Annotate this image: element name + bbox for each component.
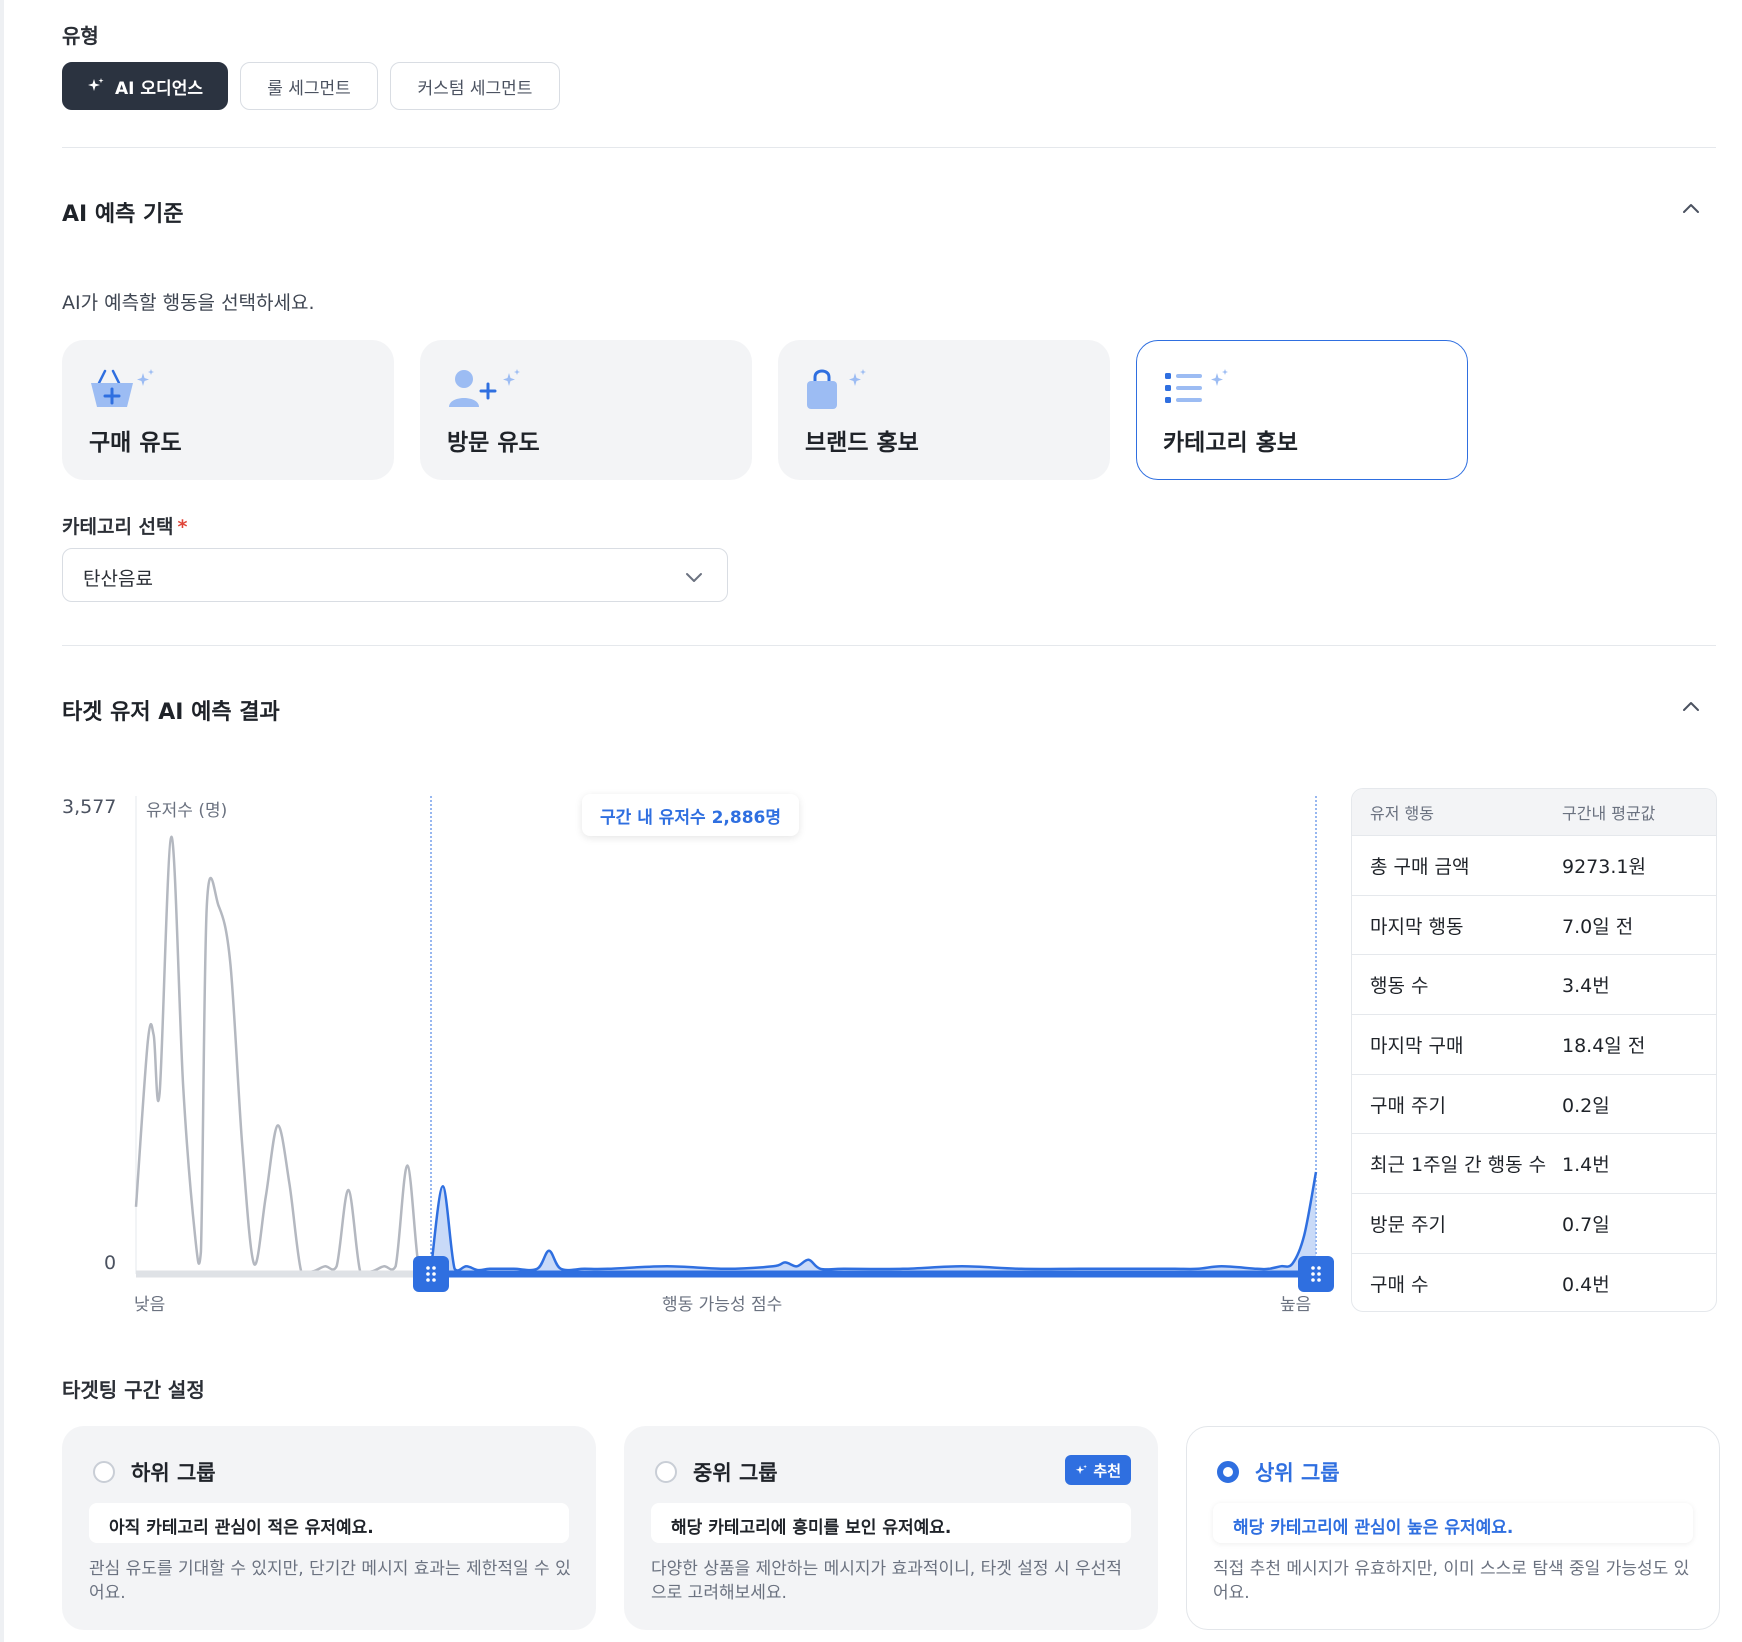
group-description: 아직 카테고리 관심이 적은 유저예요. — [89, 1503, 569, 1543]
stat-value: 0.7일 — [1562, 1213, 1610, 1236]
table-row: 마지막 구매 18.4일 전 — [1352, 1014, 1716, 1074]
stat-name: 구매 주기 — [1370, 1094, 1446, 1117]
group-title: 상위 그룹 — [1255, 1461, 1340, 1485]
range-handle-right[interactable] — [1298, 1256, 1334, 1292]
group-description: 해당 카테고리에 흥미를 보인 유저예요. — [651, 1503, 1131, 1543]
stat-name: 행동 수 — [1370, 975, 1429, 998]
group-title: 하위 그룹 — [131, 1461, 216, 1485]
distribution-curve-selected — [429, 1171, 1318, 1272]
group-card-low[interactable]: 하위 그룹 아직 카테고리 관심이 적은 유저예요. 관심 유도를 기대할 수 … — [62, 1426, 596, 1630]
stats-header-average: 구간내 평균값 — [1562, 804, 1656, 823]
stat-name: 방문 주기 — [1370, 1213, 1446, 1236]
table-row: 최근 1주일 간 행동 수 1.4번 — [1352, 1133, 1716, 1193]
stat-value: 0.4번 — [1562, 1273, 1610, 1296]
distribution-chart — [134, 796, 1334, 1292]
radio-button[interactable] — [93, 1461, 115, 1483]
group-note: 관심 유도를 기대할 수 있지만, 단기간 메시지 효과는 제한적일 수 있어요… — [89, 1559, 571, 1603]
stats-header-behavior: 유저 행동 — [1370, 804, 1434, 823]
stat-value: 0.2일 — [1562, 1094, 1610, 1117]
stat-name: 총 구매 금액 — [1370, 855, 1470, 878]
table-row: 구매 수 0.4번 — [1352, 1252, 1716, 1311]
group-card-mid[interactable]: 중위 그룹 추천 해당 카테고리에 흥미를 보인 유저예요. 다양한 상품을 제… — [624, 1426, 1158, 1630]
chevron-up-icon[interactable] — [1680, 696, 1702, 718]
table-row: 마지막 행동 7.0일 전 — [1352, 894, 1716, 955]
recommended-badge: 추천 — [1065, 1455, 1131, 1485]
radio-button[interactable] — [655, 1461, 677, 1483]
table-row: 총 구매 금액 9273.1원 — [1352, 835, 1716, 895]
distribution-curve-outside — [134, 835, 432, 1275]
table-row: 방문 주기 0.7일 — [1352, 1193, 1716, 1253]
stat-value: 9273.1원 — [1562, 855, 1646, 878]
radio-button[interactable] — [1217, 1461, 1239, 1483]
range-count-tooltip: 구간 내 유저수 2,886명 — [582, 794, 800, 836]
badge-label: 추천 — [1093, 1461, 1121, 1480]
stats-table: 유저 행동 구간내 평균값 총 구매 금액 9273.1원 마지막 행동 7.0일 … — [1351, 788, 1717, 1312]
group-note: 다양한 상품을 제안하는 메시지가 효과적이니, 타겟 설정 시 우선적으로 고… — [651, 1559, 1122, 1603]
stat-value: 7.0일 전 — [1562, 915, 1634, 938]
targeting-title: 타겟팅 구간 설정 — [62, 1378, 205, 1402]
page: 유형 AI 오디언스 룰 세그먼트 커스텀 세그먼트 AI 예측 기준 AI가 … — [0, 0, 1742, 1642]
stat-name: 구매 수 — [1370, 1273, 1429, 1296]
chevron-up-icon[interactable] — [1680, 198, 1702, 220]
stat-value: 3.4번 — [1562, 975, 1610, 998]
group-description: 해당 카테고리에 관심이 높은 유저예요. — [1213, 1503, 1693, 1543]
stat-name: 마지막 행동 — [1370, 915, 1464, 938]
group-card-high[interactable]: 상위 그룹 해당 카테고리에 관심이 높은 유저예요. 직접 추천 메시지가 유… — [1186, 1426, 1720, 1630]
group-note: 직접 추천 메시지가 유효하지만, 이미 스스로 탐색 중일 가능성도 있어요. — [1213, 1559, 1690, 1603]
stat-name: 마지막 구매 — [1370, 1034, 1464, 1057]
stat-value: 1.4번 — [1562, 1154, 1610, 1177]
distribution-area-selected — [431, 1172, 1316, 1274]
group-title: 중위 그룹 — [693, 1461, 778, 1485]
table-row: 행동 수 3.4번 — [1352, 954, 1716, 1014]
stats-header: 유저 행동 구간내 평균값 — [1352, 789, 1716, 835]
sparkle-icon — [1076, 1464, 1088, 1474]
range-handle-left[interactable] — [413, 1256, 449, 1292]
stat-name: 최근 1주일 간 행동 수 — [1370, 1154, 1547, 1177]
stat-value: 18.4일 전 — [1562, 1034, 1646, 1057]
table-row: 구매 주기 0.2일 — [1352, 1073, 1716, 1134]
